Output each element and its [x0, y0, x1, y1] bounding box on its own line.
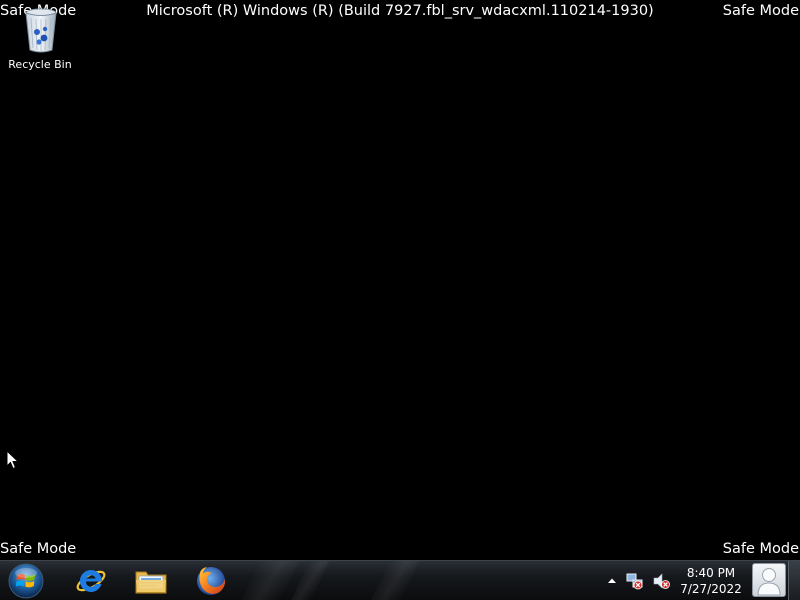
user-avatar-icon	[757, 568, 781, 596]
safe-mode-label-bottom-left: Safe Mode	[0, 541, 77, 557]
recycle-bin-label: Recycle Bin	[8, 58, 72, 71]
firefox-taskbar-button[interactable]	[184, 561, 238, 600]
build-title: Microsoft (R) Windows (R) (Build 7927.fb…	[146, 3, 654, 19]
start-button[interactable]	[4, 561, 48, 600]
folder-explorer-icon	[135, 571, 167, 593]
internet-explorer-taskbar-button[interactable]	[64, 561, 118, 600]
firefox-icon	[197, 566, 226, 595]
volume-muted-icon[interactable]	[652, 572, 670, 590]
clock-date: 7/27/2022	[680, 582, 742, 596]
user-avatar[interactable]	[752, 563, 786, 597]
clock-time: 8:40 PM	[686, 566, 736, 580]
windows-start-orb-icon	[8, 563, 44, 598]
internet-explorer-icon	[76, 569, 106, 592]
safe-mode-label-bottom-right: Safe Mode	[722, 541, 799, 557]
system-tray: 8:40 PM 7/27/2022	[600, 561, 800, 600]
safe-mode-label-top-right: Safe Mode	[722, 3, 799, 19]
network-icon[interactable]	[626, 572, 644, 590]
up-arrow-icon[interactable]	[606, 575, 618, 587]
show-desktop-button[interactable]	[788, 561, 800, 600]
recycle-bin-shortcut[interactable]: Recycle Bin	[4, 8, 76, 78]
taskbar-glass-streak	[240, 561, 300, 600]
taskbar[interactable]: 8:40 PM 7/27/2022	[0, 560, 800, 600]
taskbar-glass-streak	[370, 561, 420, 600]
mouse-cursor-icon	[6, 450, 20, 470]
windows-explorer-taskbar-button[interactable]	[124, 561, 178, 600]
desktop[interactable]: Safe Mode Microsoft (R) Windows (R) (Bui…	[0, 0, 800, 600]
recycle-bin-icon	[25, 8, 57, 53]
taskbar-clock[interactable]: 8:40 PM 7/27/2022	[676, 565, 746, 597]
